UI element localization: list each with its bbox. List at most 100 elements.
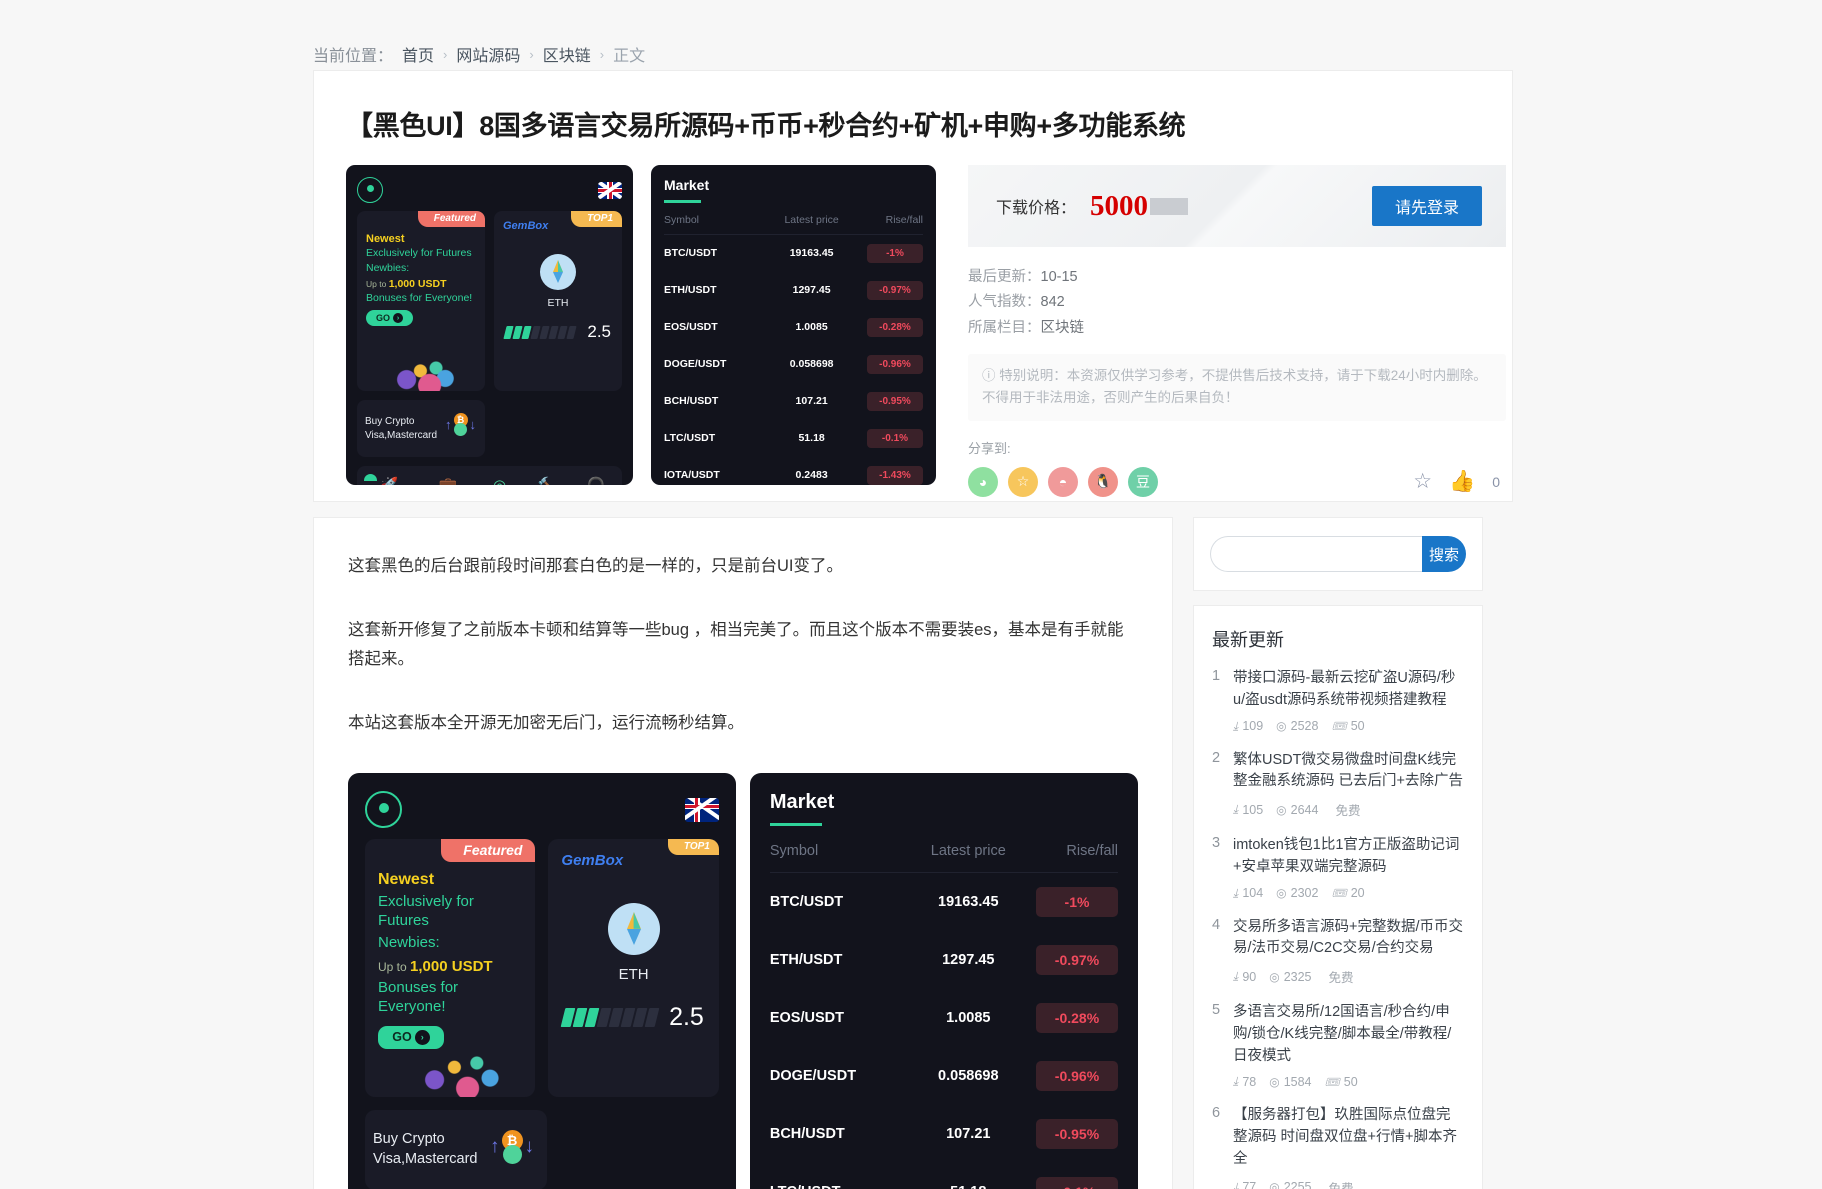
list-item-title[interactable]: imtoken钱包1比1官方正版盗助记词+安卓苹果双端完整源码 xyxy=(1233,835,1464,879)
qzone-icon[interactable]: ☆ xyxy=(1008,466,1038,497)
arrow-up-icon: ↑ xyxy=(490,1135,500,1157)
go-button[interactable]: GO › xyxy=(366,310,413,327)
market-row[interactable]: BTC/USDT 19163.45 -1% xyxy=(770,873,1118,931)
market-symbol: BCH/USDT xyxy=(664,395,719,407)
market-row[interactable]: EOS/USDT 1.0085 -0.28% xyxy=(664,309,923,346)
nav-item-ieo[interactable]: ◎ IEO xyxy=(491,478,507,486)
list-item-title[interactable]: 带接口源码-最新云挖矿盗U源码/秒u/盗usdt源码系统带视频搭建教程 xyxy=(1233,668,1464,712)
market-price: 51.18 xyxy=(798,432,825,444)
market-row[interactable]: DOGE/USDT 0.058698 -0.96% xyxy=(770,1047,1118,1105)
coin-stack-icon: ₿ xyxy=(501,1129,523,1164)
meta-label-category: 所属栏目： xyxy=(968,319,1041,336)
nav-item-deposit[interactable]: 🚀 Deposit xyxy=(373,478,405,486)
price-value: 50 xyxy=(1350,719,1365,733)
price-value: 20 xyxy=(1350,886,1365,900)
avatar xyxy=(365,791,402,829)
ticket-icon: 🎟 xyxy=(1324,1074,1340,1089)
login-button[interactable]: 请先登录 xyxy=(1372,186,1482,226)
price-stat: 免费 xyxy=(1325,1178,1354,1189)
list-item-stats: ⤓ 78 ◎ 1584 🎟 50 xyxy=(1233,1074,1464,1089)
list-item-stats: ⤓ 109 ◎ 2528 🎟 50 xyxy=(1233,719,1464,734)
nav-item-chat[interactable]: 🎧 Chat xyxy=(586,478,606,486)
market-title: Market xyxy=(769,790,835,813)
buy-crypto-card[interactable]: Buy Crypto Visa,Mastercard ↑ ₿ ↓ xyxy=(357,400,485,457)
green-coin-icon xyxy=(502,1144,522,1164)
wechat-icon[interactable]: ◕ xyxy=(968,466,998,497)
promo-newest-label: Newest xyxy=(366,233,405,245)
price-value: 免费 xyxy=(1328,971,1354,985)
list-item[interactable]: 1 带接口源码-最新云挖矿盗U源码/秒u/盗usdt源码系统带视频搭建教程 ⤓ 109… xyxy=(1212,668,1464,734)
breadcrumb-item-blockchain[interactable]: 区块链 xyxy=(543,42,591,66)
douban-icon[interactable]: 豆 xyxy=(1128,466,1158,497)
views-stat: ◎ 2255 xyxy=(1269,1180,1311,1189)
purchase-panel: 下载价格： 5000 请先登录 最后更新：10-15 人气指数：842 所属栏目… xyxy=(968,165,1508,497)
list-item[interactable]: 3 imtoken钱包1比1官方正版盗助记词+安卓苹果双端完整源码 ⤓ 104 ◎ 230… xyxy=(1212,835,1464,901)
views-stat: ◎ 2528 xyxy=(1276,719,1318,733)
market-price: 107.21 xyxy=(795,395,828,407)
market-row[interactable]: LTC/USDT51.18-0.1% xyxy=(664,420,923,457)
gembox-card[interactable]: TOP1 GemBox ETH 2.5 xyxy=(494,211,622,391)
list-item[interactable]: 4 交易所多语言源码+完整数据/币币交易/法币交易/C2C交易/合约交易 ⤓ 90 ◎ 2… xyxy=(1212,917,1464,987)
meta-value-category[interactable]: 区块链 xyxy=(1041,320,1085,336)
promo-card-featured[interactable]: Featured Newest Exclusively for Futures … xyxy=(365,838,536,1097)
market-symbol: LTC/USDT xyxy=(770,1184,909,1189)
buy-crypto-icons: ↑ ₿ ↓ xyxy=(445,413,476,436)
market-price: 19163.45 xyxy=(938,893,999,910)
coin-stack-icon: ₿ xyxy=(453,413,468,436)
weibo-icon[interactable]: ◓ xyxy=(1048,466,1078,497)
meta-list: 最后更新：10-15 人气指数：842 所属栏目：区块链 xyxy=(968,265,1508,341)
market-row[interactable]: EOS/USDT 1.0085 -0.28% xyxy=(770,989,1118,1047)
breadcrumb-item-source[interactable]: 网站源码 xyxy=(456,42,520,66)
gembox-card[interactable]: TOP1 GemBox ETH 2.5 xyxy=(548,838,719,1097)
article-body: 这套黑色的后台跟前段时间那套白色的是一样的，只是前台UI变了。 这套新开修复了之… xyxy=(313,517,1173,1189)
uk-flag-icon[interactable] xyxy=(684,797,719,822)
market-row[interactable]: BCH/USDT 107.21 -0.95% xyxy=(770,1105,1118,1163)
price-value: 免费 xyxy=(1328,1181,1354,1189)
article-header-card: 【黑色UI】8国多语言交易所源码+币币+秒合约+矿机+申购+多功能系统 Feat… xyxy=(313,70,1513,502)
nav-item-withdraw[interactable]: 💼 Withdraw xyxy=(428,478,468,486)
market-row[interactable]: ETH/USDT 1297.45 -0.97% xyxy=(664,272,923,309)
meta-last-update: 最后更新：10-15 xyxy=(968,265,1508,290)
list-item-title[interactable]: 多语言交易所/12国语言/秒合约/申购/锁仓/K线完整/脚本最全/带教程/日夜模… xyxy=(1233,1002,1464,1067)
market-row[interactable]: LTC/USDT51.18-0.1% xyxy=(770,1163,1118,1189)
search-input[interactable] xyxy=(1210,536,1422,572)
list-item[interactable]: 5 多语言交易所/12国语言/秒合约/申购/锁仓/K线完整/脚本最全/带教程/日夜… xyxy=(1212,1002,1464,1089)
market-change: -0.28% xyxy=(1035,1002,1118,1033)
list-item-number: 1 xyxy=(1212,668,1221,684)
list-item[interactable]: 2 繁体USDT微交易微盘时间盘K线完整金融系统源码 已去后门+去除广告 ⤓ 105 ◎… xyxy=(1212,750,1464,820)
list-item-stats: ⤓ 90 ◎ 2325 免费 xyxy=(1233,967,1464,986)
search-button[interactable]: 搜索 xyxy=(1422,536,1466,572)
eye-icon: ◎ xyxy=(1276,719,1287,733)
market-underline xyxy=(769,822,822,826)
buy-crypto-line-2: Visa,Mastercard xyxy=(373,1150,478,1167)
breadcrumb-item-home[interactable]: 首页 xyxy=(402,42,434,66)
market-row[interactable]: ETH/USDT 1297.45 -0.97% xyxy=(770,931,1118,989)
buy-crypto-card[interactable]: Buy Crypto Visa,Mastercard ↑ ₿ ↓ xyxy=(365,1109,547,1189)
promo-card-featured[interactable]: Featured Newest Exclusively for Futures … xyxy=(357,211,485,391)
thumbs-up-icon[interactable]: 👍 xyxy=(1449,470,1475,494)
gembox-value: 2.5 xyxy=(587,322,611,341)
list-item[interactable]: 6 【服务器打包】玖胜国际点位盘完整源码 时间盘双位盘+行情+脚本齐全 ⤓ 77 ◎ 22… xyxy=(1212,1105,1464,1189)
uk-flag-icon[interactable] xyxy=(598,181,622,199)
market-symbol: DOGE/USDT xyxy=(664,358,727,370)
gembox-value: 2.5 xyxy=(669,1002,704,1031)
download-icon: ⤓ xyxy=(1233,969,1239,983)
qq-icon[interactable]: 🐧 xyxy=(1088,466,1118,497)
market-row[interactable]: BCH/USDT 107.21 -0.95% xyxy=(664,383,923,420)
list-item-title[interactable]: 交易所多语言源码+完整数据/币币交易/法币交易/C2C交易/合约交易 xyxy=(1233,917,1464,961)
promo-upto-amount: 1,000 USDT xyxy=(388,278,447,291)
market-change: -0.96% xyxy=(866,354,923,374)
views-stat: ◎ 2325 xyxy=(1269,970,1311,984)
star-icon[interactable]: ☆ xyxy=(1413,469,1432,494)
nav-item-staking[interactable]: 🔨 Staking xyxy=(531,478,563,486)
list-item-title[interactable]: 【服务器打包】玖胜国际点位盘完整源码 时间盘双位盘+行情+脚本齐全 xyxy=(1233,1105,1464,1170)
chevron-right-icon: › xyxy=(529,46,534,62)
price-label: 下载价格： xyxy=(996,200,1077,217)
market-row[interactable]: DOGE/USDT 0.058698 -0.96% xyxy=(664,346,923,383)
list-item-title[interactable]: 繁体USDT微交易微盘时间盘K线完整金融系统源码 已去后门+去除广告 xyxy=(1233,750,1464,794)
product-thumbnail[interactable]: Featured Newest Exclusively for Futures … xyxy=(346,165,936,485)
ticket-icon: 🎟 xyxy=(1331,719,1347,733)
downloads-count: 77 xyxy=(1242,1180,1257,1189)
market-row[interactable]: IOTA/USDT 0.2483 -1.43% xyxy=(664,457,923,486)
market-row[interactable]: BTC/USDT 19163.45 -1% xyxy=(664,235,923,272)
